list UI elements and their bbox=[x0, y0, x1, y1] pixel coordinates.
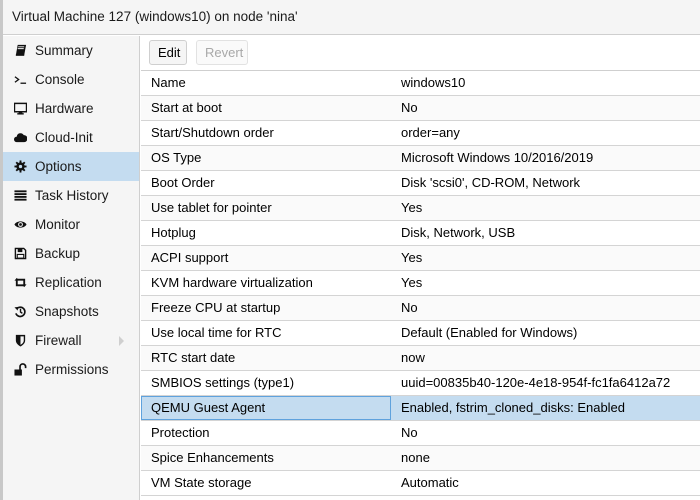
history-icon bbox=[13, 305, 27, 319]
option-row-boot-order[interactable]: Boot Order Disk 'scsi0', CD-ROM, Network bbox=[141, 171, 700, 196]
sidebar-item-label: Cloud-Init bbox=[35, 130, 93, 145]
option-value: Automatic bbox=[401, 475, 459, 490]
option-value: Disk, Network, USB bbox=[401, 225, 516, 240]
sidebar-item-label: Hardware bbox=[35, 101, 94, 116]
option-value: order=any bbox=[401, 125, 460, 140]
desktop-icon bbox=[13, 102, 27, 116]
shield-icon bbox=[13, 334, 27, 348]
option-key: SMBIOS settings (type1) bbox=[151, 375, 295, 390]
option-row-smbios[interactable]: SMBIOS settings (type1) uuid=00835b40-120… bbox=[141, 371, 700, 396]
option-row-name[interactable]: Name windows10 bbox=[141, 71, 700, 96]
sidebar-item-label: Snapshots bbox=[35, 304, 99, 319]
option-key: QEMU Guest Agent bbox=[141, 396, 391, 420]
option-row-os-type[interactable]: OS Type Microsoft Windows 10/2016/2019 bbox=[141, 146, 700, 171]
option-value: No bbox=[401, 300, 418, 315]
option-key: OS Type bbox=[151, 150, 202, 165]
option-key: KVM hardware virtualization bbox=[151, 275, 313, 290]
sidebar-item-permissions[interactable]: Permissions bbox=[3, 355, 139, 384]
option-row-kvm[interactable]: KVM hardware virtualization Yes bbox=[141, 271, 700, 296]
toolbar: Edit Revert bbox=[141, 36, 700, 71]
option-row-startup-order[interactable]: Start/Shutdown order order=any bbox=[141, 121, 700, 146]
option-value: Enabled, fstrim_cloned_disks: Enabled bbox=[390, 396, 700, 420]
sidebar-item-label: Console bbox=[35, 72, 85, 87]
sidebar-item-firewall[interactable]: Firewall bbox=[3, 326, 139, 355]
sidebar-item-label: Backup bbox=[35, 246, 81, 261]
sidebar-item-label: Permissions bbox=[35, 362, 109, 377]
option-row-spice[interactable]: Spice Enhancements none bbox=[141, 446, 700, 471]
sidebar-item-replication[interactable]: Replication bbox=[3, 268, 139, 297]
options-grid: Name windows10 Start at boot No Start/Shut… bbox=[141, 71, 700, 496]
option-value: Default (Enabled for Windows) bbox=[401, 325, 578, 340]
unlock-icon bbox=[13, 363, 27, 377]
option-row-tablet[interactable]: Use tablet for pointer Yes bbox=[141, 196, 700, 221]
option-value: uuid=00835b40-120e-4e18-954f-fc1fa6412a7… bbox=[401, 375, 671, 390]
eye-icon bbox=[13, 218, 27, 232]
option-key: Hotplug bbox=[151, 225, 196, 240]
option-value: Yes bbox=[401, 200, 423, 215]
option-key: Name bbox=[151, 75, 186, 90]
sidebar-item-backup[interactable]: Backup bbox=[3, 239, 139, 268]
panel-header: Virtual Machine 127 (windows10) on node … bbox=[3, 0, 700, 35]
expand-arrow-icon[interactable] bbox=[119, 336, 124, 346]
terminal-icon bbox=[13, 73, 27, 87]
option-value: now bbox=[401, 350, 425, 365]
sidebar-item-options[interactable]: Options bbox=[3, 152, 139, 181]
option-key: RTC start date bbox=[151, 350, 236, 365]
sidebar-item-hardware[interactable]: Hardware bbox=[3, 94, 139, 123]
option-row-protection[interactable]: Protection No bbox=[141, 421, 700, 446]
option-key: Boot Order bbox=[151, 175, 215, 190]
sidebar-item-label: Monitor bbox=[35, 217, 81, 232]
option-key: Use tablet for pointer bbox=[151, 200, 272, 215]
floppy-icon bbox=[13, 247, 27, 261]
option-row-qemu-agent[interactable]: QEMU Guest Agent Enabled, fstrim_cloned_d… bbox=[141, 396, 700, 421]
gear-icon bbox=[13, 160, 27, 174]
list-icon bbox=[13, 189, 27, 203]
option-value: No bbox=[401, 100, 418, 115]
sidebar-item-task-history[interactable]: Task History bbox=[3, 181, 139, 210]
edit-button[interactable]: Edit bbox=[149, 40, 187, 65]
option-value: Disk 'scsi0', CD-ROM, Network bbox=[401, 175, 581, 190]
option-row-freeze-cpu[interactable]: Freeze CPU at startup No bbox=[141, 296, 700, 321]
sidebar-item-label: Firewall bbox=[35, 333, 82, 348]
option-row-localtime[interactable]: Use local time for RTC Default (Enabled f… bbox=[141, 321, 700, 346]
option-row-acpi[interactable]: ACPI support Yes bbox=[141, 246, 700, 271]
option-value: Microsoft Windows 10/2016/2019 bbox=[401, 150, 594, 165]
option-key: Protection bbox=[151, 425, 210, 440]
option-row-hotplug[interactable]: Hotplug Disk, Network, USB bbox=[141, 221, 700, 246]
option-row-start-at-boot[interactable]: Start at boot No bbox=[141, 96, 700, 121]
sidebar-item-summary[interactable]: Summary bbox=[3, 36, 139, 65]
option-row-rtc-start-date[interactable]: RTC start date now bbox=[141, 346, 700, 371]
options-panel: Edit Revert Name windows10 Start at boot N… bbox=[141, 36, 700, 500]
sidebar-item-monitor[interactable]: Monitor bbox=[3, 210, 139, 239]
option-key: Freeze CPU at startup bbox=[151, 300, 281, 315]
option-key: Spice Enhancements bbox=[151, 450, 274, 465]
sidebar-item-snapshots[interactable]: Snapshots bbox=[3, 297, 139, 326]
option-value: No bbox=[401, 425, 418, 440]
option-row-vmstate[interactable]: VM State storage Automatic bbox=[141, 471, 700, 496]
option-key: VM State storage bbox=[151, 475, 252, 490]
option-key: Start/Shutdown order bbox=[151, 125, 274, 140]
option-key: ACPI support bbox=[151, 250, 229, 265]
panel-title: Virtual Machine 127 (windows10) on node … bbox=[12, 9, 298, 24]
cloud-icon bbox=[13, 131, 27, 145]
book-icon bbox=[13, 44, 27, 58]
revert-button[interactable]: Revert bbox=[196, 40, 248, 65]
retweet-icon bbox=[13, 276, 27, 290]
option-key: Use local time for RTC bbox=[151, 325, 282, 340]
option-value: none bbox=[401, 450, 430, 465]
option-key: Start at boot bbox=[151, 100, 222, 115]
sidebar-item-label: Replication bbox=[35, 275, 102, 290]
sidebar-item-label: Options bbox=[35, 159, 82, 174]
sidebar-item-label: Task History bbox=[35, 188, 109, 203]
sidebar-item-console[interactable]: Console bbox=[3, 65, 139, 94]
option-value: Yes bbox=[401, 275, 423, 290]
sidebar-nav: Summary Console Hardware Cloud-Init Opti… bbox=[3, 36, 140, 500]
sidebar-item-cloud-init[interactable]: Cloud-Init bbox=[3, 123, 139, 152]
option-value: windows10 bbox=[401, 75, 466, 90]
sidebar-item-label: Summary bbox=[35, 43, 93, 58]
option-value: Yes bbox=[401, 250, 423, 265]
